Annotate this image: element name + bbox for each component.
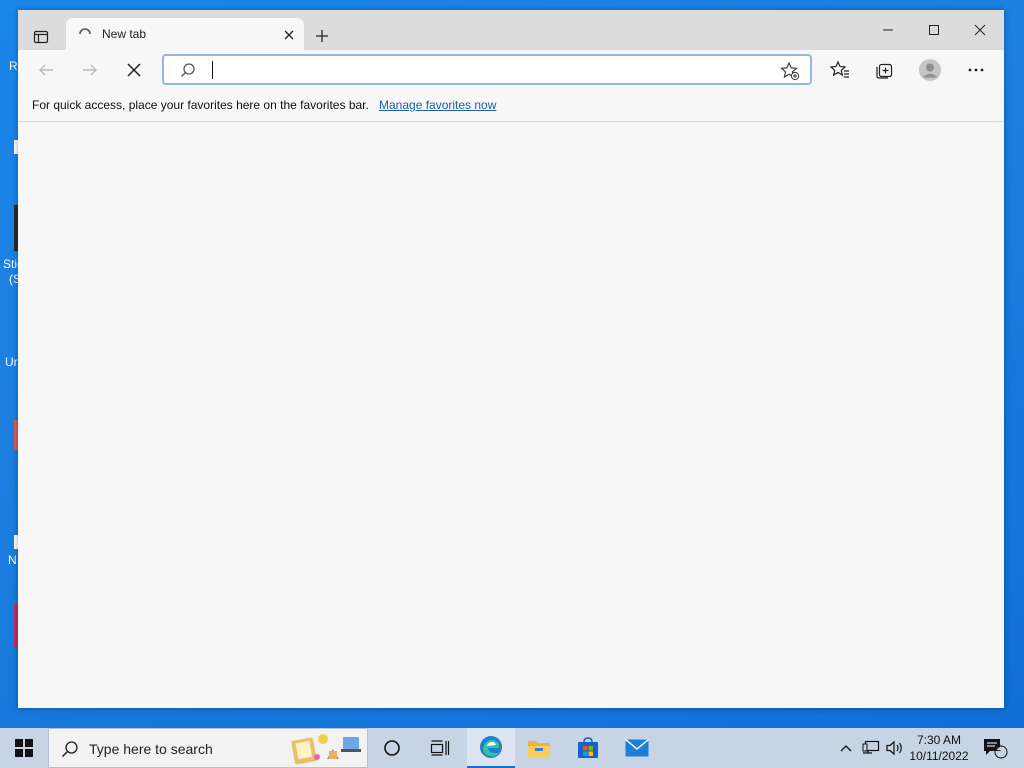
taskbar-search-box[interactable]: Type here to search xyxy=(48,728,368,768)
address-input[interactable] xyxy=(208,59,768,81)
stop-loading-button[interactable] xyxy=(119,55,149,85)
favorites-bar: For quick access, place your favorites h… xyxy=(18,90,1004,122)
search-icon xyxy=(61,741,78,758)
taskbar-store[interactable] xyxy=(564,728,612,768)
page-content xyxy=(18,122,1004,708)
browser-window: New tab For quick access, place your fav… xyxy=(18,10,1004,708)
forward-button[interactable] xyxy=(75,55,105,85)
task-view-icon xyxy=(430,740,450,756)
taskbar-clock[interactable]: 7:30 AM 10/11/2022 xyxy=(904,732,974,764)
minimize-button[interactable] xyxy=(868,16,908,44)
taskbar-edge[interactable] xyxy=(467,728,515,768)
network-button[interactable] xyxy=(860,728,882,768)
close-window-button[interactable] xyxy=(960,16,1000,44)
favorites-bar-message: For quick access, place your favorites h… xyxy=(32,98,369,112)
chevron-up-icon xyxy=(840,745,852,752)
text-caret xyxy=(212,61,213,79)
add-favorite-icon[interactable] xyxy=(780,61,800,81)
close-icon xyxy=(284,30,294,40)
tab-title: New tab xyxy=(102,27,147,41)
arrow-right-icon xyxy=(83,64,97,76)
favorites-button[interactable] xyxy=(825,55,855,85)
show-hidden-icons-button[interactable] xyxy=(836,728,856,768)
cortana-circle-icon xyxy=(384,740,400,756)
tab-close-button[interactable] xyxy=(280,26,298,44)
desktop-label-fragment: N xyxy=(8,553,17,567)
close-icon xyxy=(974,24,986,36)
avatar-icon xyxy=(919,59,941,81)
taskbar-mail[interactable] xyxy=(613,728,661,768)
tab-actions-button[interactable] xyxy=(28,24,54,50)
clock-date: 10/11/2022 xyxy=(909,749,969,763)
desktop-label-fragment: R xyxy=(9,59,18,73)
plus-icon xyxy=(316,30,328,42)
tab-actions-icon xyxy=(33,30,49,44)
start-button[interactable] xyxy=(0,728,48,768)
cortana-button[interactable] xyxy=(368,728,416,768)
navigation-toolbar xyxy=(18,50,1004,90)
store-bag-icon xyxy=(578,737,598,758)
new-tab-button[interactable] xyxy=(310,24,334,48)
edge-browser-icon xyxy=(480,736,502,758)
notification-count-badge: 2 xyxy=(995,742,1002,754)
folder-icon xyxy=(528,741,550,757)
volume-button[interactable] xyxy=(884,728,906,768)
arrow-left-icon xyxy=(39,64,53,76)
collections-button[interactable] xyxy=(869,55,899,85)
more-horizontal-icon xyxy=(968,68,984,72)
maximize-button[interactable] xyxy=(914,16,954,44)
search-icon xyxy=(181,63,195,77)
clock-time: 7:30 AM xyxy=(916,733,962,747)
loading-spinner-icon xyxy=(79,28,91,35)
profile-button[interactable] xyxy=(915,55,945,85)
tab-new-tab[interactable]: New tab xyxy=(66,18,304,50)
speaker-icon xyxy=(886,740,902,756)
task-view-button[interactable] xyxy=(416,728,464,768)
search-placeholder: Type here to search xyxy=(89,741,213,757)
address-bar[interactable] xyxy=(162,54,812,85)
network-icon xyxy=(862,740,880,754)
close-icon xyxy=(127,63,141,77)
desktop-label-fragment: Ur xyxy=(5,355,18,369)
title-bar: New tab xyxy=(18,10,1004,50)
action-center-button[interactable]: 2 xyxy=(980,728,1010,768)
windows-logo-icon xyxy=(15,739,33,757)
favorites-star-icon xyxy=(830,60,849,78)
settings-more-button[interactable] xyxy=(961,55,991,85)
maximize-icon xyxy=(929,25,939,35)
taskbar: Type here to search 7:30 AM 10/11/2022 2 xyxy=(0,728,1024,768)
manage-favorites-link[interactable]: Manage favorites now xyxy=(379,98,496,112)
taskbar-file-explorer[interactable] xyxy=(515,728,563,768)
collections-icon xyxy=(876,63,893,79)
mail-envelope-icon xyxy=(625,739,649,757)
minimize-icon xyxy=(883,29,893,31)
back-button[interactable] xyxy=(31,55,61,85)
search-highlight-illustration xyxy=(291,734,361,765)
